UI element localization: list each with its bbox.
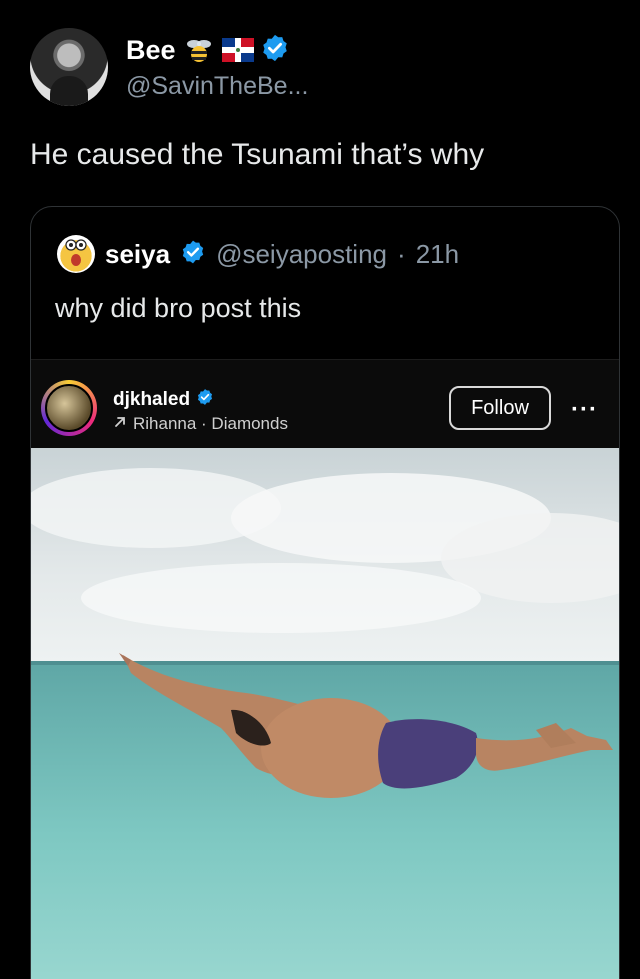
quoted-display-name[interactable]: seiya <box>105 239 170 270</box>
tweet-author: Bee @SavinTheBe... <box>30 28 308 106</box>
quoted-time[interactable]: 21h <box>416 239 459 270</box>
handle[interactable]: @SavinTheBe... <box>126 72 308 101</box>
instagram-user: djkhaled <box>113 388 214 411</box>
instagram-music[interactable]: Rihanna · Diamonds <box>113 414 288 434</box>
dominican-flag-icon <box>221 37 254 64</box>
surprised-face-icon <box>63 239 89 269</box>
verified-badge-icon <box>260 33 290 68</box>
quoted-separator: · <box>397 238 406 269</box>
follow-button[interactable]: Follow <box>449 386 551 430</box>
author-text: Bee @SavinTheBe... <box>126 33 308 101</box>
bee-emoji-icon <box>184 38 214 64</box>
arrow-up-right-icon <box>113 414 127 434</box>
quoted-tweet-card[interactable]: seiya @seiyaposting · 21h why did bro po… <box>30 206 620 979</box>
instagram-avatar-image <box>45 384 93 432</box>
instagram-music-label: Rihanna · Diamonds <box>133 414 288 433</box>
more-options-icon[interactable]: ··· <box>571 396 598 424</box>
instagram-username[interactable]: djkhaled <box>113 389 190 411</box>
name-line: Bee <box>126 33 308 68</box>
diving-man-photo <box>31 448 619 979</box>
quoted-avatar[interactable] <box>57 235 95 273</box>
instagram-embed-header: djkhaled Rihanna · Diamonds Follow ··· <box>31 359 619 449</box>
tweet-text: He caused the Tsunami that’s why <box>30 138 485 171</box>
quoted-text: why did bro post this <box>55 293 302 323</box>
display-name[interactable]: Bee <box>126 35 176 66</box>
tweet-screen: Bee @SavinTheBe... He caused the Tsunami… <box>0 0 640 979</box>
avatar[interactable] <box>30 28 108 106</box>
instagram-avatar[interactable] <box>41 380 97 436</box>
quoted-header: seiya @seiyaposting · 21h <box>57 235 459 273</box>
verified-badge-icon <box>196 388 214 411</box>
post-image[interactable] <box>31 448 619 979</box>
quoted-handle[interactable]: @seiyaposting <box>216 239 387 270</box>
verified-badge-icon <box>180 239 206 270</box>
